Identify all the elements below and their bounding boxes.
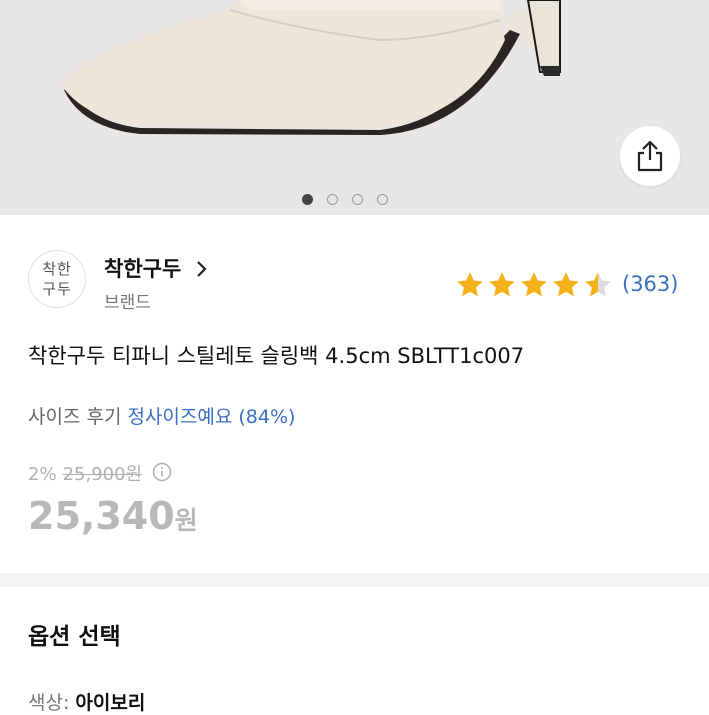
star-full-icon	[489, 272, 515, 297]
product-title: 착한구두 티파니 스틸레토 슬링백 4.5cm SBLTT1c007	[28, 344, 525, 368]
current-price: 25,340원	[28, 494, 198, 538]
current-price-unit: 원	[174, 506, 198, 535]
discount-rate: 2%	[28, 464, 57, 485]
section-divider	[0, 573, 709, 587]
info-icon[interactable]	[152, 462, 172, 482]
review-count-link[interactable]: (363)	[622, 272, 678, 296]
product-image[interactable]	[0, 0, 709, 215]
size-review-row[interactable]: 사이즈 후기 정사이즈예요 (84%)	[28, 402, 295, 429]
share-button[interactable]	[620, 126, 680, 186]
pagination-dot[interactable]	[302, 194, 313, 205]
share-icon	[637, 140, 663, 172]
pagination-dot[interactable]	[327, 194, 338, 205]
brand-name-link[interactable]: 착한구두	[104, 253, 181, 283]
star-full-icon	[457, 272, 483, 297]
brand-subtitle: 브랜드	[104, 293, 151, 313]
star-half-icon	[585, 272, 611, 297]
size-review-value[interactable]: 정사이즈예요 (84%)	[127, 406, 295, 428]
brand-logo-text-top: 착한	[42, 260, 72, 278]
original-price-row: 2% 25,900원	[28, 460, 172, 486]
brand-logo[interactable]: 착한 구두	[28, 250, 86, 308]
star-full-icon	[553, 272, 579, 297]
brand-logo-text-bottom: 구두	[42, 280, 72, 298]
color-option-label: 색상:	[28, 692, 76, 714]
options-section-title: 옵션 선택	[28, 624, 121, 650]
color-option-value: 아이보리	[75, 692, 146, 714]
shoe-illustration	[0, 0, 709, 215]
size-review-label: 사이즈 후기	[28, 406, 122, 428]
image-pagination[interactable]	[302, 194, 388, 210]
pagination-dot[interactable]	[377, 194, 388, 205]
rating-stars	[455, 270, 613, 300]
color-option-row[interactable]: 색상: 아이보리	[28, 688, 145, 715]
chevron-right-icon[interactable]	[196, 260, 208, 278]
original-price: 25,900원	[62, 464, 143, 485]
star-full-icon	[521, 272, 547, 297]
current-price-value: 25,340	[28, 494, 175, 538]
pagination-dot[interactable]	[352, 194, 363, 205]
